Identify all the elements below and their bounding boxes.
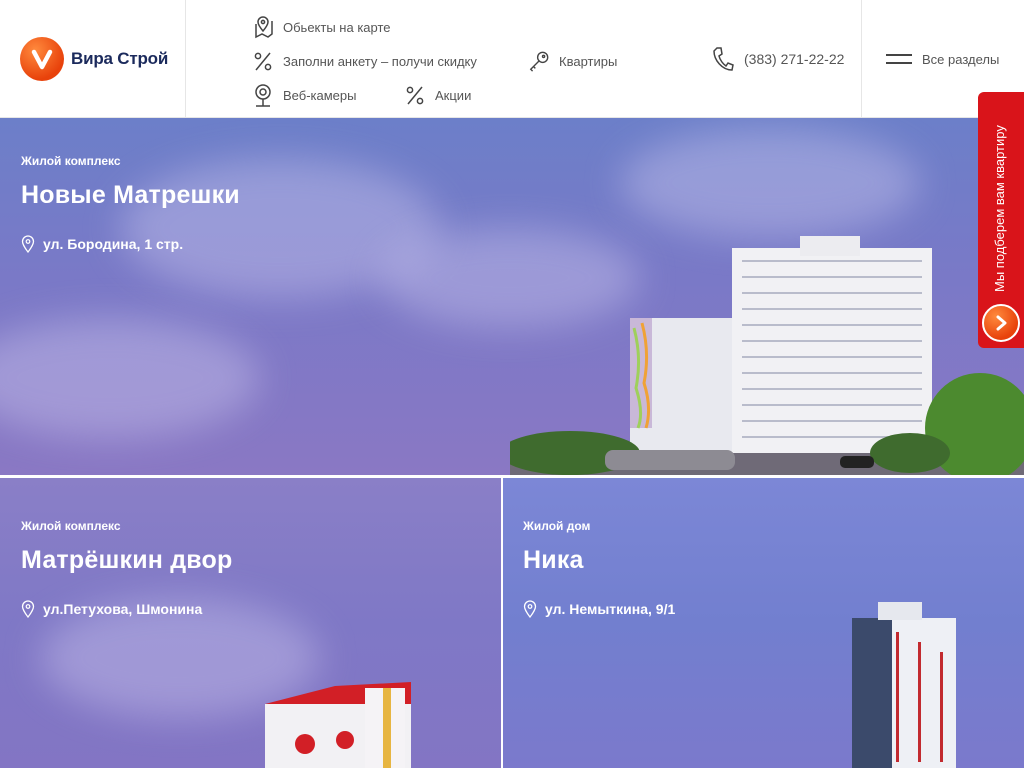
- logo-text: Вира Строй: [71, 49, 169, 68]
- nav-survey-link[interactable]: Заполни анкету – получи скидку: [252, 49, 477, 73]
- phone-icon: [712, 46, 734, 72]
- nav-webcams-label: Веб-камеры: [283, 87, 357, 103]
- card-title: Ника: [523, 546, 584, 574]
- card-address-text: ул. Немыткина, 9/1: [545, 601, 676, 617]
- project-card-matreshkin-dvor[interactable]: Жилой комплекс Матрёшкин двор ул.Петухов…: [0, 478, 501, 768]
- buildings-illustration: [510, 236, 1024, 475]
- phone-number: (383) 271-22-22: [744, 51, 845, 67]
- card-kind: Жилой комплекс: [21, 154, 121, 168]
- building-illustration: [852, 602, 956, 768]
- site-header: Вира Строй Обьекты на карте Заполни анке…: [0, 0, 1024, 118]
- card-address: ул. Немыткина, 9/1: [523, 600, 675, 618]
- nav-apartments-link[interactable]: Квартиры: [528, 49, 617, 73]
- nav-map-label: Обьекты на карте: [283, 19, 391, 35]
- hamburger-icon: [886, 54, 912, 64]
- nav-map-link[interactable]: Обьекты на карте: [252, 15, 391, 39]
- apartment-picker-tab[interactable]: Мы подберем вам квартиру: [978, 92, 1024, 348]
- card-title: Новые Матрешки: [21, 181, 240, 209]
- logo-icon: [982, 304, 1020, 342]
- percent-icon: [404, 83, 426, 107]
- phone-link[interactable]: (383) 271-22-22: [712, 46, 844, 72]
- nav-promos-label: Акции: [435, 87, 472, 103]
- project-card-nika[interactable]: Жилой дом Ника ул. Немыткина, 9/1: [503, 478, 1024, 768]
- card-kind: Жилой комплекс: [21, 519, 121, 533]
- location-pin-icon: [21, 235, 35, 253]
- location-pin-icon: [21, 600, 35, 618]
- logo-link[interactable]: Вира Строй: [0, 0, 186, 118]
- nav-survey-label: Заполни анкету – получи скидку: [283, 53, 477, 69]
- sky-cloud: [620, 128, 920, 238]
- card-address: ул. Бородина, 1 стр.: [21, 235, 183, 253]
- percent-icon: [252, 49, 274, 73]
- card-kind: Жилой дом: [523, 519, 591, 533]
- location-pin-icon: [523, 600, 537, 618]
- card-address-text: ул.Петухова, Шмонина: [43, 601, 203, 617]
- sky-cloud: [0, 318, 260, 438]
- card-address: ул.Петухова, Шмонина: [21, 600, 202, 618]
- building-illustration: [265, 682, 411, 768]
- nav-webcams-link[interactable]: Веб-камеры: [252, 83, 356, 107]
- map-pin-icon: [252, 15, 274, 39]
- apartment-picker-label: Мы подберем вам квартиру: [992, 125, 1007, 292]
- webcam-icon: [252, 83, 274, 107]
- card-title: Матрёшкин двор: [21, 546, 233, 574]
- project-card-novye-matreshki[interactable]: Жилой комплекс Новые Матрешки ул. Бороди…: [0, 118, 1024, 475]
- card-address-text: ул. Бородина, 1 стр.: [43, 236, 184, 252]
- key-icon: [528, 49, 550, 73]
- nav-promos-link[interactable]: Акции: [404, 83, 471, 107]
- logo-icon: [20, 37, 64, 81]
- all-sections-label: Все разделы: [922, 51, 1000, 67]
- nav-apartments-label: Квартиры: [559, 53, 618, 69]
